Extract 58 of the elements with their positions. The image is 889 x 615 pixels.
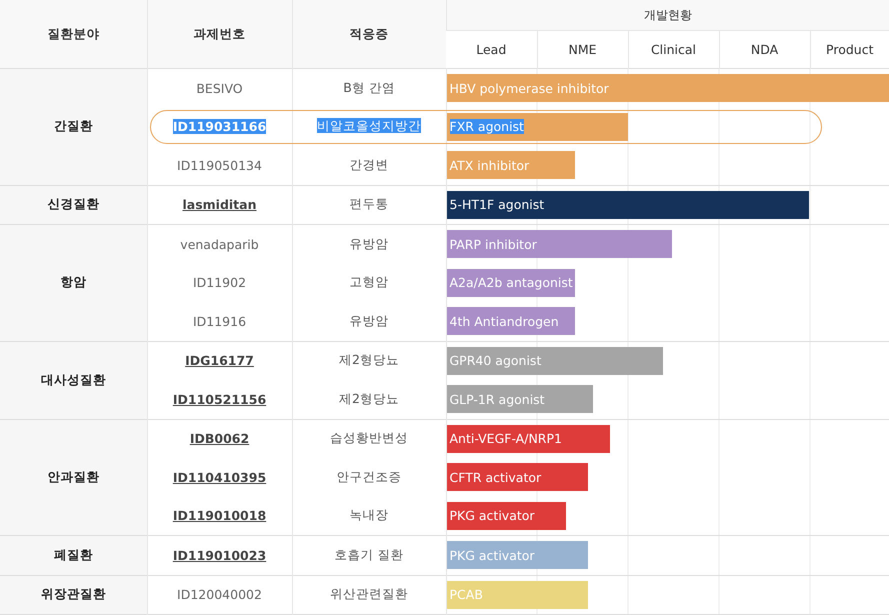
project-id: ID119050134 — [177, 158, 262, 173]
target-label: ATX inhibitor — [450, 158, 530, 173]
project-id-link[interactable]: IDB0062 — [190, 431, 250, 446]
stage-header: Product — [810, 30, 889, 68]
project-id: venadaparib — [180, 236, 259, 252]
column-header: 개발현황 — [446, 0, 889, 30]
stage-header: Clinical — [628, 30, 719, 68]
indication: 녹내장 — [350, 507, 388, 522]
indication: 유방암 — [350, 312, 388, 328]
indication: 유방암 — [350, 236, 388, 251]
target-label: PKG activator — [450, 508, 535, 524]
stage-header: NDA — [719, 30, 810, 68]
indication: 위산관련질환 — [330, 586, 408, 602]
disease-area: 대사성질환 — [0, 341, 147, 419]
indication: 고형암 — [350, 274, 388, 290]
project-id-link[interactable]: ID119010023 — [172, 548, 266, 563]
target-label: GLP-1R agonist — [450, 392, 545, 407]
target-label: CFTR activator — [450, 470, 542, 485]
target-label: A2a/A2b antagonist — [450, 275, 573, 290]
target-label: GPR40 agonist — [450, 353, 542, 368]
project-id-link[interactable]: ID110410395 — [172, 470, 266, 485]
column-header: 적응증 — [292, 0, 446, 68]
project-id-link[interactable]: ID110521156 — [172, 392, 266, 407]
project-id: ID11902 — [192, 275, 246, 290]
stage-header: NME — [537, 30, 628, 68]
indication: 편두통 — [350, 196, 388, 212]
target-label: 4th Antiandrogen — [450, 314, 559, 329]
project-id-link[interactable]: lasmiditan — [182, 197, 256, 212]
disease-area: 폐질환 — [0, 536, 147, 575]
column-header: 질환분야 — [0, 0, 147, 68]
target-label: FXR agonist — [450, 119, 524, 134]
disease-area: 간질환 — [0, 68, 147, 185]
disease-area: 안과질환 — [0, 419, 147, 536]
target-label: PARP inhibitor — [450, 236, 537, 252]
indication: 비알코올성지방간 — [317, 118, 421, 134]
target-label: Anti-VEGF-A/NRP1 — [450, 431, 562, 446]
indication: 습성황반변성 — [330, 430, 408, 446]
disease-area: 위장관질환 — [0, 575, 147, 614]
project-id: ID120040002 — [177, 587, 262, 602]
indication: 간경변 — [350, 156, 388, 172]
target-label: PCAB — [450, 587, 483, 602]
target-label: 5-HT1F agonist — [450, 197, 544, 212]
column-header: 과제번호 — [147, 0, 292, 68]
project-id: ID119031166 — [172, 119, 266, 134]
stage-header: Lead — [446, 30, 537, 68]
indication: 호흡기 질환 — [334, 546, 404, 562]
project-id: ID11916 — [192, 314, 246, 329]
indication: 제2형당뇨 — [339, 390, 399, 406]
disease-area: 신경질환 — [0, 185, 147, 224]
disease-area: 항암 — [0, 224, 147, 341]
project-id-link[interactable]: IDG16177 — [185, 353, 254, 368]
indication: B형 간염 — [343, 80, 395, 95]
project-id-link[interactable]: ID119010018 — [172, 508, 266, 524]
target-label: PKG activator — [450, 548, 535, 563]
project-id: BESIVO — [196, 80, 243, 96]
target-label: HBV polymerase inhibitor — [450, 80, 609, 96]
indication: 안구건조증 — [336, 468, 402, 484]
indication: 제2형당뇨 — [339, 352, 399, 368]
